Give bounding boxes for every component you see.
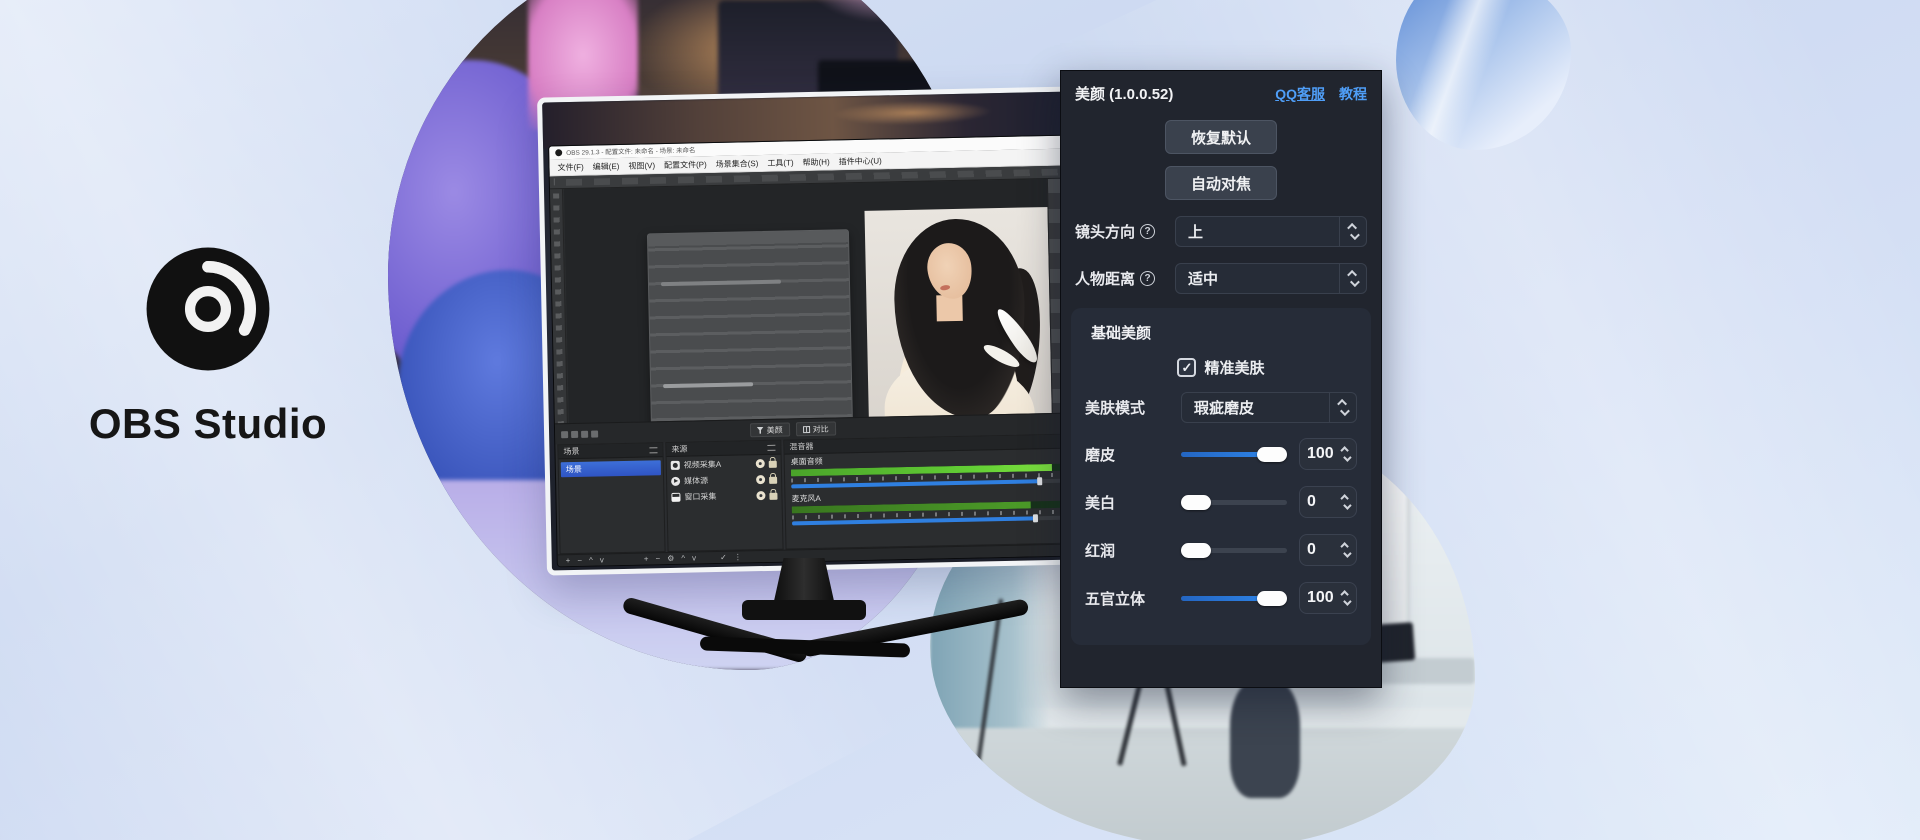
value-spinbox[interactable]: 0 (1299, 486, 1357, 518)
value-spinbox[interactable]: 100 (1299, 582, 1357, 614)
remove-icon[interactable]: − (655, 555, 660, 563)
lens-direction-row: 镜头方向 ? 上 (1075, 216, 1367, 247)
beauty-plugin-panel: 美颜 (1.0.0.52) QQ客服 教程 恢复默认 自动对焦 镜头方向 ? 上 (1060, 70, 1382, 688)
slider-thumb[interactable] (1181, 495, 1211, 510)
menu-tools[interactable]: 工具(T) (767, 157, 793, 169)
scene-item-selected[interactable]: 场景 (561, 460, 661, 477)
monitor-stand (742, 600, 866, 620)
mixer-channel: 麦克风A (785, 486, 1070, 529)
dock-menu-icon[interactable] (649, 447, 657, 453)
camera-icon (671, 460, 680, 469)
sources-dock: 来源 视频采集A 媒体源 (665, 440, 783, 552)
precise-skin-checkbox[interactable]: ✓ 精准美肤 (1081, 357, 1361, 378)
photo-collage-top-right (1396, 0, 1571, 150)
visibility-eye-icon[interactable] (756, 474, 765, 483)
obs-logo-icon (144, 245, 272, 373)
sources-dock-title: 来源 (671, 444, 687, 455)
settings-icon[interactable]: ⚙ (667, 554, 674, 562)
menu-scene-collection[interactable]: 场景集合(S) (716, 158, 759, 170)
chevron-down-icon[interactable] (1343, 597, 1351, 605)
slider-track[interactable] (1181, 452, 1287, 457)
section-title: 基础美颜 (1081, 318, 1361, 353)
portrait-photo (864, 207, 1055, 430)
qq-support-link[interactable]: QQ客服 (1275, 84, 1325, 104)
panel-title: 美颜 (1.0.0.52) (1075, 83, 1173, 104)
menu-plugin-center[interactable]: 插件中心(U) (839, 155, 882, 167)
add-icon[interactable]: + (644, 555, 649, 563)
window-capture-icon (671, 492, 680, 501)
desktop-wallpaper: OBS Studio OBS 29.1.3 - 配置文件: 未命名 - 场景: … (0, 0, 1920, 840)
value-spinbox[interactable]: 100 (1299, 438, 1357, 470)
compare-button[interactable]: 对比 (796, 422, 836, 437)
split-view-icon (803, 426, 810, 433)
more-icon[interactable]: ⋮ (734, 553, 742, 561)
mixer-channel: 桌面音频 (785, 449, 1070, 492)
restore-defaults-button[interactable]: 恢复默认 (1165, 120, 1277, 154)
move-up-icon[interactable]: ^ (681, 554, 685, 562)
preview-area (550, 166, 1071, 424)
monitor: OBS 29.1.3 - 配置文件: 未命名 - 场景: 未命名 文件(F) 编… (537, 86, 1085, 575)
basic-beauty-section: 基础美颜 ✓ 精准美肤 美肤模式 瑕疵磨皮 磨皮 (1071, 308, 1371, 645)
dock-mini-icons (561, 430, 598, 438)
menu-help[interactable]: 帮助(H) (802, 156, 829, 168)
remove-icon[interactable]: − (577, 556, 582, 564)
obs-window: OBS 29.1.3 - 配置文件: 未命名 - 场景: 未命名 文件(F) 编… (549, 136, 1074, 567)
autofocus-button[interactable]: 自动对焦 (1165, 166, 1277, 200)
subject-distance-row: 人物距离 ? 适中 (1075, 263, 1367, 294)
move-down-icon[interactable]: v (600, 556, 604, 564)
whitening-slider-row: 美白 0 (1085, 485, 1357, 519)
visibility-eye-icon[interactable] (756, 458, 765, 467)
chevron-down-icon[interactable] (1343, 501, 1351, 509)
slider-thumb[interactable] (1257, 447, 1287, 462)
lock-icon[interactable] (769, 460, 777, 467)
slider-track[interactable] (1181, 500, 1287, 505)
obs-branding: OBS Studio (48, 245, 368, 448)
facial-depth-slider-row: 五官立体 100 (1085, 581, 1357, 615)
slider-thumb[interactable] (1181, 543, 1211, 558)
brand-name: OBS Studio (48, 400, 368, 448)
source-item[interactable]: 窗口采集 (667, 487, 781, 505)
menu-edit[interactable]: 编辑(E) (593, 160, 620, 172)
add-icon[interactable]: + (566, 557, 571, 565)
move-up-icon[interactable]: ^ (589, 556, 593, 564)
smoothing-slider-row: 磨皮 100 (1085, 437, 1357, 471)
menu-view[interactable]: 视图(V) (628, 160, 655, 172)
help-icon[interactable]: ? (1140, 224, 1155, 239)
scenes-dock: 场景 场景 (557, 442, 665, 554)
check-icon[interactable]: ✓ (720, 553, 727, 561)
dock-menu-icon[interactable] (767, 444, 775, 450)
chevron-down-icon[interactable] (1343, 453, 1351, 461)
chevron-down-icon[interactable] (1343, 549, 1351, 557)
lock-icon[interactable] (769, 492, 777, 499)
checkbox-check-icon: ✓ (1177, 358, 1196, 377)
obs-window-title: OBS 29.1.3 - 配置文件: 未命名 - 场景: 未命名 (566, 145, 695, 157)
lens-direction-select[interactable]: 上 (1175, 216, 1367, 247)
subject-distance-select[interactable]: 适中 (1175, 263, 1367, 294)
menu-file[interactable]: 文件(F) (557, 161, 583, 173)
help-icon[interactable]: ? (1140, 271, 1155, 286)
skin-mode-row: 美肤模式 瑕疵磨皮 (1085, 392, 1357, 423)
lock-icon[interactable] (769, 476, 777, 483)
rosy-slider-row: 红润 0 (1085, 533, 1357, 567)
media-icon (671, 476, 680, 485)
value-spinbox[interactable]: 0 (1299, 534, 1357, 566)
visibility-eye-icon[interactable] (756, 490, 765, 499)
mixer-dock: 混音器 桌面音频 麦克风A (783, 434, 1071, 550)
scenes-dock-title: 场景 (563, 446, 579, 457)
editor-canvas (564, 179, 1071, 423)
monitor-screen: OBS 29.1.3 - 配置文件: 未命名 - 场景: 未命名 文件(F) 编… (542, 92, 1080, 571)
slider-thumb[interactable] (1257, 591, 1287, 606)
slider-track[interactable] (1181, 548, 1287, 553)
editor-floating-panel (647, 229, 853, 433)
tutorial-link[interactable]: 教程 (1339, 84, 1367, 104)
obs-titlebar-icon (555, 149, 562, 156)
move-down-icon[interactable]: v (692, 554, 696, 562)
obs-docks: 场景 场景 来源 视频采集A (555, 434, 1073, 555)
slider-track[interactable] (1181, 596, 1287, 601)
mixer-dock-title: 混音器 (789, 441, 813, 453)
menu-profile[interactable]: 配置文件(P) (664, 159, 707, 171)
beauty-toggle-button[interactable]: 美颜 (750, 422, 790, 437)
skin-mode-select[interactable]: 瑕疵磨皮 (1181, 392, 1357, 423)
funnel-icon (757, 427, 764, 434)
